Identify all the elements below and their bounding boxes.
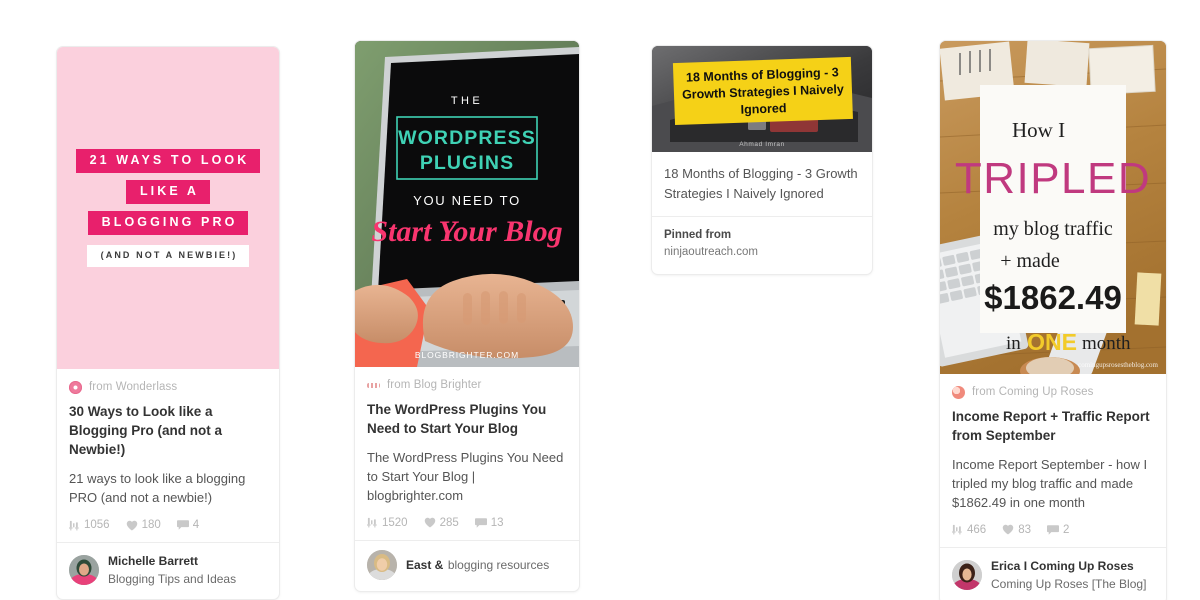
svg-text:in: in bbox=[1006, 333, 1021, 354]
svg-text:Ignored: Ignored bbox=[740, 101, 786, 117]
svg-text:THE: THE bbox=[451, 95, 483, 107]
svg-text:Ahmad Imran: Ahmad Imran bbox=[739, 141, 785, 148]
svg-text:ONE: ONE bbox=[1027, 329, 1077, 355]
pin-saves-count: 1056 bbox=[84, 519, 110, 532]
pinner-board: Blogging Tips and Ideas bbox=[108, 572, 237, 587]
svg-text:How I: How I bbox=[1012, 118, 1065, 142]
pin-stats: 466 83 2 bbox=[952, 524, 1154, 547]
svg-text:WORDPRESS: WORDPRESS bbox=[398, 127, 536, 149]
pin-save-icon bbox=[952, 524, 963, 535]
pin-card[interactable]: 21 WAYS TO LOOK LIKE A BLOGGING PRO (AND… bbox=[57, 47, 279, 600]
pin-image[interactable]: THE WORDPRESS PLUGINS YOU NEED TO Start … bbox=[355, 41, 579, 367]
pinner-name: East & bbox=[406, 557, 444, 572]
pin-saves-count: 466 bbox=[967, 523, 987, 536]
pin-title[interactable]: The WordPress Plugins You Need to Start … bbox=[367, 400, 567, 438]
pin-card[interactable]: THE WORDPRESS PLUGINS YOU NEED TO Start … bbox=[355, 41, 579, 591]
pin-title[interactable]: Income Report + Traffic Report from Sept… bbox=[952, 407, 1154, 445]
pin-likes-count: 285 bbox=[439, 516, 459, 529]
pin-card[interactable]: How I TRIPLED my blog traffic + made $18… bbox=[940, 41, 1166, 600]
pinner-info: East & blogging resources bbox=[406, 556, 549, 574]
pin-description: The WordPress Plugins You Need to Start … bbox=[367, 450, 564, 503]
svg-text:YOU NEED TO: YOU NEED TO bbox=[413, 193, 521, 208]
heart-icon bbox=[424, 517, 436, 528]
pin-comments-count: 2 bbox=[1062, 523, 1070, 536]
pin-card[interactable]: 18 Months of Blogging - 3 Growth Strateg… bbox=[652, 46, 872, 274]
pin-likes-stat: 285 bbox=[424, 517, 459, 529]
svg-text:BLOGBRIGHTER.COM: BLOGBRIGHTER.COM bbox=[415, 350, 519, 360]
pin-comments-count: 13 bbox=[490, 516, 504, 529]
pin-description: 21 ways to look like a blogging PRO (and… bbox=[69, 471, 246, 506]
pin-body: from Blog Brighter The WordPress Plugins… bbox=[355, 367, 579, 540]
pinned-from-label: Pinned from bbox=[664, 229, 732, 241]
poster-line-3: BLOGGING PRO bbox=[87, 210, 249, 235]
svg-text:PLUGINS: PLUGINS bbox=[420, 152, 514, 174]
svg-text:comingupsrosestheblog.com: comingupsrosestheblog.com bbox=[1078, 361, 1158, 369]
pin-description: Income Report September - how I tripled … bbox=[952, 457, 1148, 510]
pin-source[interactable]: from Wonderlass bbox=[69, 379, 267, 395]
pin-pinner[interactable]: Erica I Coming Up Roses Coming Up Roses … bbox=[940, 546, 1166, 600]
svg-text:month: month bbox=[1082, 333, 1131, 354]
pin-stats: 1056 180 4 bbox=[69, 519, 267, 542]
site-favicon-icon bbox=[952, 385, 965, 399]
pin-saves-stat: 1520 bbox=[367, 517, 408, 529]
poster-line-2: LIKE A bbox=[125, 180, 211, 204]
pin-title[interactable]: 18 Months of Blogging - 3 Growth Strateg… bbox=[652, 152, 872, 216]
pinner-info: Erica I Coming Up Roses Coming Up Roses … bbox=[991, 557, 1154, 593]
avatar[interactable] bbox=[69, 555, 99, 586]
poster-line-4: (AND NOT A NEWBIE!) bbox=[86, 244, 250, 267]
pin-likes-count: 180 bbox=[141, 519, 161, 532]
svg-text:Start Your Blog: Start Your Blog bbox=[371, 215, 562, 248]
pinner-info: Michelle Barrett Blogging Tips and Ideas bbox=[108, 552, 267, 588]
pin-comments-stat: 4 bbox=[176, 519, 200, 532]
pinner-name: Erica I Coming Up Roses bbox=[991, 558, 1134, 573]
site-favicon-icon bbox=[367, 382, 380, 388]
pin-title[interactable]: 30 Ways to Look like a Blogging Pro (and… bbox=[69, 402, 267, 459]
pinned-from-block[interactable]: Pinned from ninjaoutreach.com bbox=[652, 216, 872, 274]
comment-bubble-icon bbox=[474, 518, 487, 528]
pinner-board: Coming Up Roses [The Blog] bbox=[991, 576, 1147, 591]
pin-saves-stat: 1056 bbox=[69, 519, 110, 531]
pin-image[interactable]: How I TRIPLED my blog traffic + made $18… bbox=[940, 41, 1166, 374]
pin-save-icon bbox=[69, 520, 80, 531]
pin-pinner[interactable]: Michelle Barrett Blogging Tips and Ideas bbox=[57, 542, 279, 599]
svg-text:my blog traffic: my blog traffic bbox=[993, 218, 1113, 240]
svg-text:$1862.49: $1862.49 bbox=[984, 279, 1122, 316]
pin-saves-count: 1520 bbox=[382, 516, 408, 529]
pinner-name: Michelle Barrett bbox=[108, 554, 199, 569]
pin-likes-count: 83 bbox=[1018, 523, 1031, 536]
pin-body: from Wonderlass 30 Ways to Look like a B… bbox=[57, 369, 279, 542]
comment-bubble-icon bbox=[1046, 525, 1059, 535]
pin-source[interactable]: from Coming Up Roses bbox=[952, 384, 1154, 400]
pin-grid: 21 WAYS TO LOOK LIKE A BLOGGING PRO (AND… bbox=[0, 0, 1200, 600]
pinner-board: blogging resources bbox=[447, 557, 550, 572]
comment-bubble-icon bbox=[176, 520, 189, 530]
pin-image[interactable]: 18 Months of Blogging - 3 Growth Strateg… bbox=[652, 46, 872, 152]
pin-likes-stat: 180 bbox=[126, 519, 161, 531]
pin-source-label: from Wonderlass bbox=[89, 381, 178, 393]
pin-comments-count: 4 bbox=[192, 519, 200, 532]
pin-save-icon bbox=[367, 517, 378, 528]
heart-icon bbox=[126, 520, 138, 531]
svg-text:+ made: + made bbox=[1000, 250, 1060, 272]
pin-source-label: from Coming Up Roses bbox=[972, 386, 1094, 398]
pin-body: from Coming Up Roses Income Report + Tra… bbox=[940, 374, 1166, 547]
heart-icon bbox=[1002, 524, 1014, 535]
pin-comments-stat: 13 bbox=[474, 516, 504, 529]
site-favicon-icon bbox=[69, 380, 82, 394]
avatar[interactable] bbox=[367, 549, 397, 580]
pin-pinner[interactable]: East & blogging resources bbox=[355, 539, 579, 591]
pin-source[interactable]: from Blog Brighter bbox=[367, 377, 567, 393]
pin-stats: 1520 285 13 bbox=[367, 517, 567, 540]
pinned-from-domain[interactable]: ninjaoutreach.com bbox=[664, 244, 860, 261]
poster-line-1: 21 WAYS TO LOOK bbox=[75, 149, 261, 174]
avatar[interactable] bbox=[952, 559, 982, 590]
pin-source-label: from Blog Brighter bbox=[387, 379, 482, 391]
pin-likes-stat: 83 bbox=[1002, 524, 1031, 536]
pin-saves-stat: 466 bbox=[952, 524, 986, 536]
svg-text:TRIPLED: TRIPLED bbox=[955, 154, 1151, 203]
pin-comments-stat: 2 bbox=[1046, 523, 1070, 536]
pin-image[interactable]: 21 WAYS TO LOOK LIKE A BLOGGING PRO (AND… bbox=[57, 47, 279, 369]
